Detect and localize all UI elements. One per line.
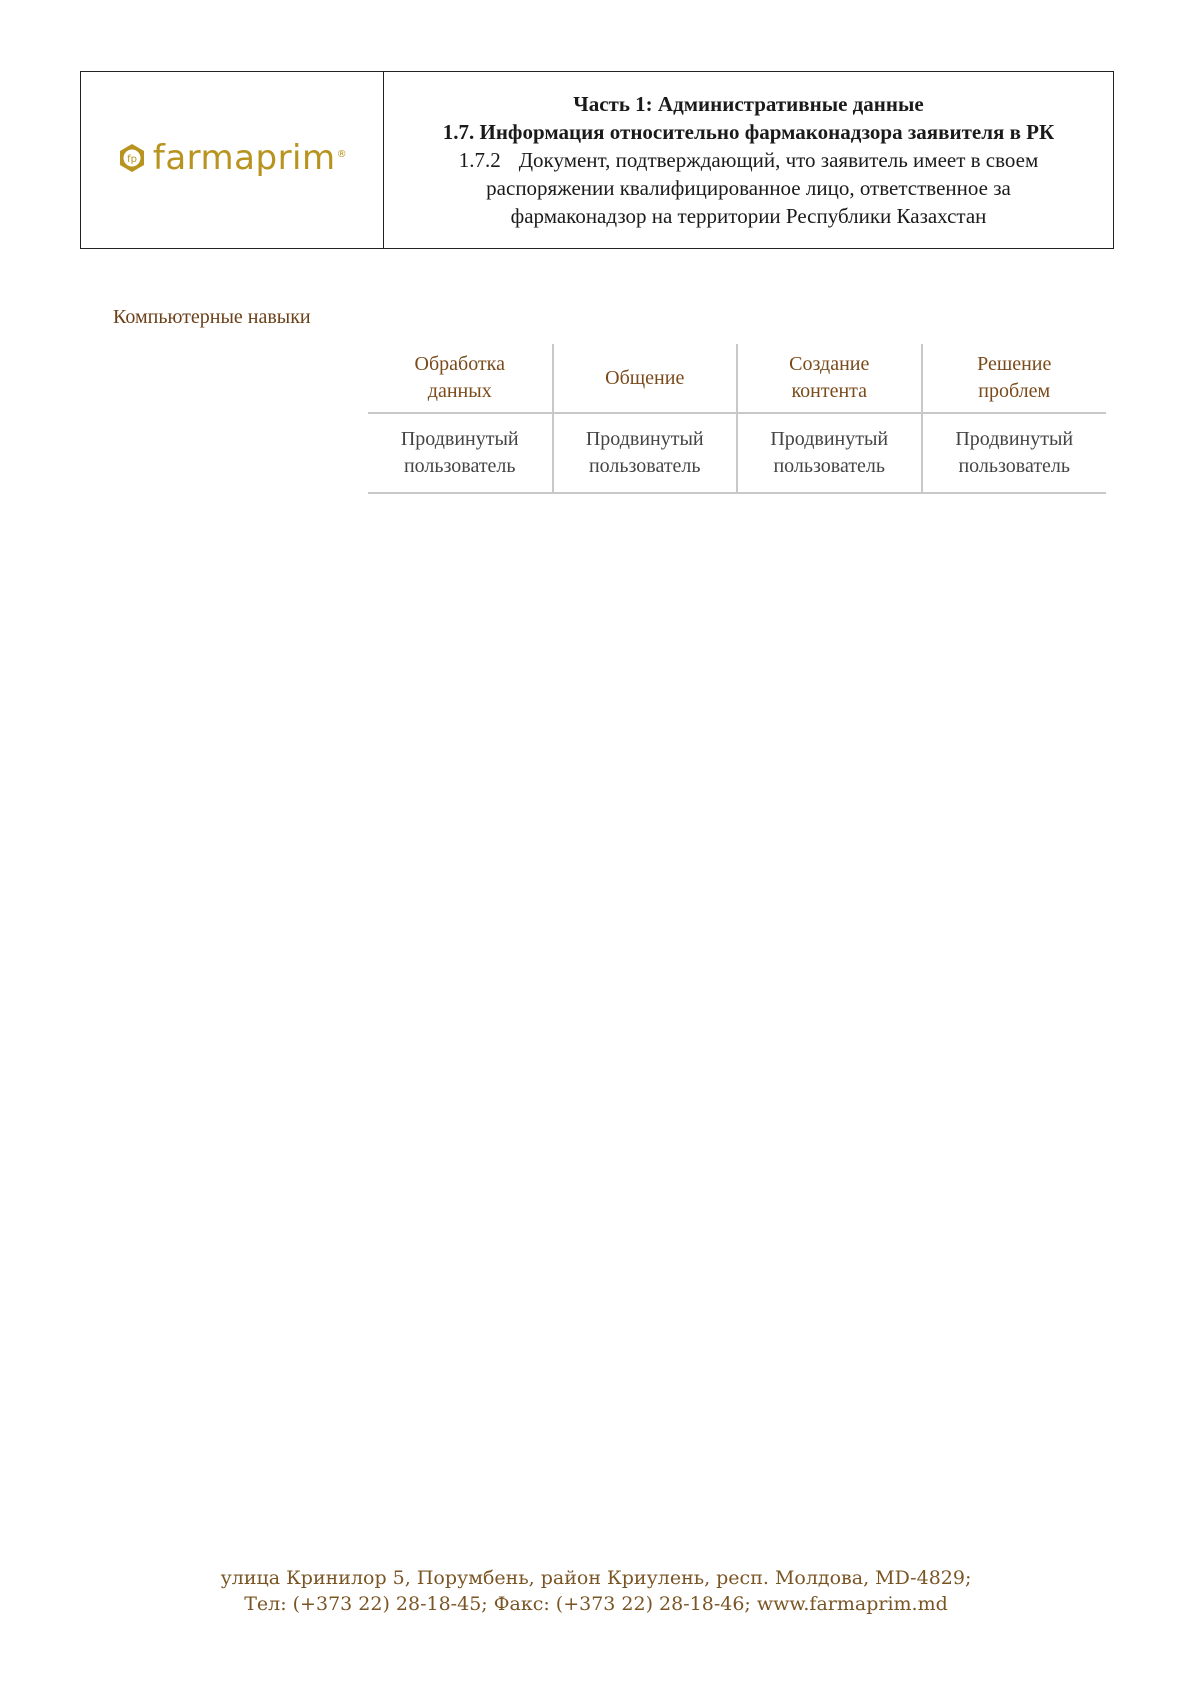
computer-skills-table: Обработка данных Общение Создание контента… xyxy=(368,344,1106,494)
column-header-content-creation: Создание контента xyxy=(736,344,922,414)
table-cell: Продвинутый пользователь xyxy=(736,413,922,494)
document-title-line-2: распоряжении квалифицированное лицо, отв… xyxy=(486,176,1011,200)
footer-contacts: Тел: (+373 22) 28-18-45; Факс: (+373 22)… xyxy=(244,1593,948,1615)
hexagon-logo-icon: fp xyxy=(119,144,144,172)
document-number: 1.7.2 xyxy=(458,148,501,172)
logo-cell: fp farmaprim® xyxy=(81,72,384,248)
page-footer: улица Кринилор 5, Порумбень, район Криул… xyxy=(0,1565,1192,1617)
column-header-data-processing: Обработка данных xyxy=(368,344,553,414)
document-title-line-1: 1.7.2 Документ, подтверждающий, что заяви… xyxy=(458,148,1039,172)
table-header-row: Обработка данных Общение Создание контента… xyxy=(368,344,1106,414)
document-header: fp farmaprim® Часть 1: Административные … xyxy=(80,71,1114,249)
computer-skills-label: Компьютерные навыки xyxy=(113,306,311,328)
table-cell: Продвинутый пользователь xyxy=(920,413,1106,494)
logo-wordmark: farmaprim® xyxy=(152,138,348,178)
part-title: Часть 1: Административные данные xyxy=(573,92,924,116)
svg-text:fp: fp xyxy=(127,154,137,165)
table-cell: Продвинутый пользователь xyxy=(368,413,553,494)
farmaprim-logo: fp farmaprim® xyxy=(117,138,347,178)
footer-address: улица Кринилор 5, Порумбень, район Криул… xyxy=(220,1567,972,1589)
section-title: 1.7. Информация относительно фармаконадз… xyxy=(442,120,1055,144)
table-row: Продвинутый пользователь Продвинутый польз… xyxy=(368,413,1106,494)
column-header-communication: Общение xyxy=(551,344,737,414)
document-title-line-3: фармаконадзор на территории Республики К… xyxy=(510,204,987,228)
table-cell: Продвинутый пользователь xyxy=(551,413,737,494)
header-title-cell: Часть 1: Административные данные 1.7. Ин… xyxy=(384,72,1113,248)
column-header-problem-solving: Решение проблем xyxy=(920,344,1106,414)
